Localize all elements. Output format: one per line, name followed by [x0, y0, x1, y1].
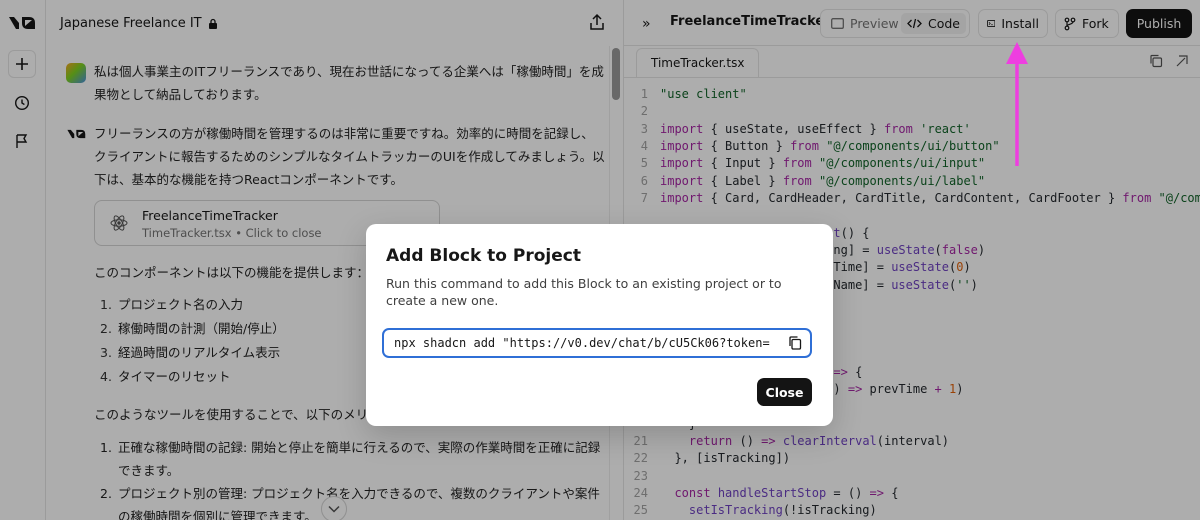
copy-icon[interactable] [787, 335, 803, 351]
command-text[interactable]: npx shadcn add "https://v0.dev/chat/b/cU… [394, 336, 776, 350]
annotation-arrow-icon [1006, 42, 1028, 166]
dialog-description: Run this command to add this Block to an… [386, 276, 782, 308]
close-button[interactable]: Close [757, 378, 812, 406]
dialog-title: Add Block to Project [386, 246, 581, 266]
add-block-dialog: Add Block to Project Run this command to… [366, 224, 833, 426]
command-field[interactable]: npx shadcn add "https://v0.dev/chat/b/cU… [382, 328, 812, 358]
